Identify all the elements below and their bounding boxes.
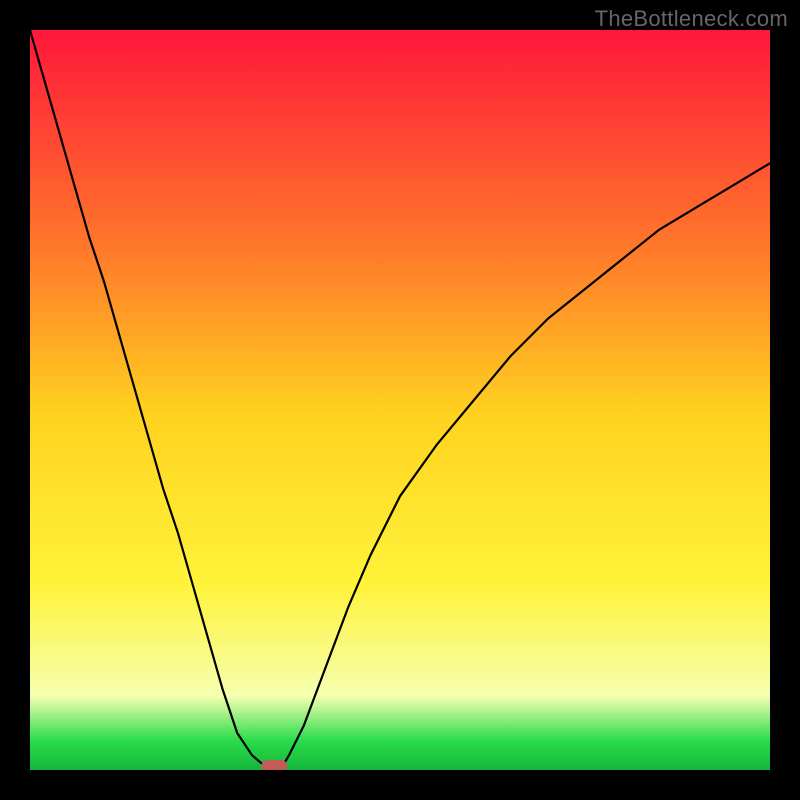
minimum-marker (261, 760, 287, 770)
chart-frame (30, 30, 770, 770)
attribution-watermark: TheBottleneck.com (595, 6, 788, 32)
gradient-background (30, 30, 770, 770)
chart-svg (30, 30, 770, 770)
